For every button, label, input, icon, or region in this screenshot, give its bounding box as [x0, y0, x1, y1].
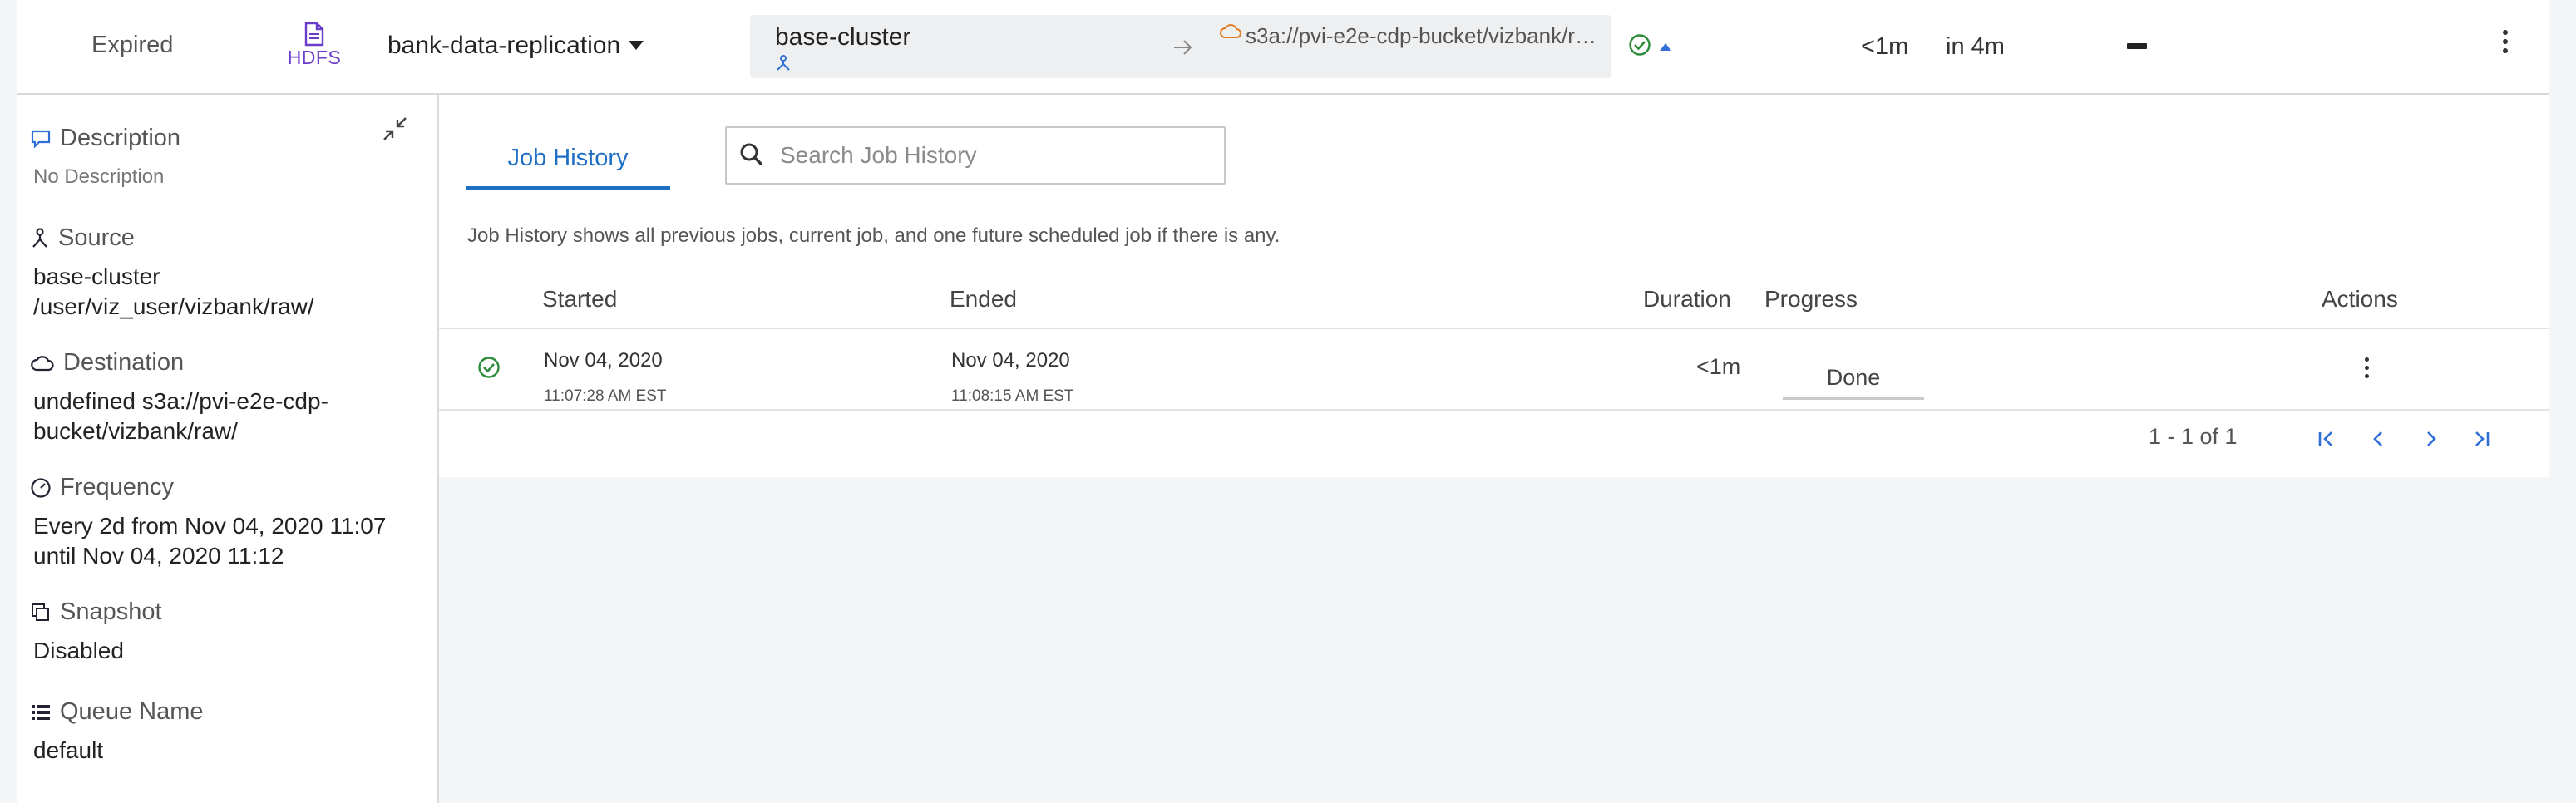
frequency-line-2: until Nov 04, 2020 11:12 [33, 543, 284, 569]
source-label: Source [58, 224, 135, 251]
started-time: 11:07:28 AM EST [544, 387, 667, 405]
last-duration: <1m [1861, 33, 1909, 60]
column-duration[interactable]: Duration [1643, 286, 1731, 313]
policy-name-text: bank-data-replication [387, 32, 621, 59]
check-circle-icon [478, 357, 500, 378]
arrow-right-icon [1174, 40, 1192, 55]
policy-type: HDFS [281, 22, 348, 69]
kebab-dot [2365, 374, 2369, 378]
next-run: in 4m [1946, 33, 2005, 60]
search-box[interactable] [725, 126, 1226, 185]
column-started[interactable]: Started [542, 286, 617, 313]
comment-icon [31, 130, 51, 149]
snapshot-value: Disabled [33, 638, 124, 663]
copy-icon [32, 603, 49, 621]
snapshot-label: Snapshot [60, 599, 162, 625]
table-header: Started Ended Duration Progress Actions [439, 278, 2549, 329]
caret-up-icon[interactable] [1660, 43, 1671, 51]
table-row[interactable]: Nov 04, 2020 11:07:28 AM EST Nov 04, 202… [439, 329, 2549, 411]
destination-label: Destination [63, 349, 185, 376]
started-date: Nov 04, 2020 [544, 349, 663, 372]
policy-type-label: HDFS [287, 47, 342, 68]
frequency-label: Frequency [60, 474, 175, 500]
row-actions-menu[interactable] [2365, 357, 2369, 378]
column-progress[interactable]: Progress [1764, 286, 1858, 313]
snapshot-section: Snapshot Disabled [30, 599, 162, 666]
frequency-section: Frequency Every 2d from Nov 04, 2020 11:… [30, 474, 386, 571]
queue-section: Queue Name default [30, 698, 204, 766]
last-page-icon[interactable] [2468, 427, 2493, 451]
source-value: base-cluster /user/viz_user/vizbank/raw/ [30, 262, 314, 322]
destination-section: Destination undefined s3a://pvi-e2e-cdp-… [30, 349, 328, 446]
queue-label: Queue Name [60, 698, 204, 725]
job-history-panel: Job History Job History shows all previo… [439, 95, 2549, 477]
description-header: Description [30, 125, 180, 152]
destination-line-2: bucket/vizbank/raw/ [33, 418, 238, 444]
column-ended[interactable]: Ended [950, 286, 1017, 313]
queue-header: Queue Name [30, 698, 204, 726]
file-icon [304, 22, 324, 47]
kebab-dot [2365, 357, 2369, 362]
previous-page-icon[interactable] [2366, 427, 2391, 451]
cloud-icon [1220, 24, 1241, 38]
policy-status: Expired [91, 32, 174, 58]
policy-name-dropdown[interactable]: bank-data-replication [387, 32, 644, 60]
cluster-node-icon [777, 55, 790, 71]
tab-job-history[interactable]: Job History [466, 136, 670, 190]
description-label: Description [60, 125, 181, 151]
policy-row[interactable]: Expired HDFS bank-data-replication base-… [17, 0, 2549, 95]
job-progress: Done [1783, 362, 1924, 400]
source-path: /user/viz_user/vizbank/raw/ [33, 293, 314, 319]
column-actions: Actions [2322, 286, 2398, 312]
cluster-node-icon [32, 227, 47, 248]
frequency-value: Every 2d from Nov 04, 2020 11:07 until N… [30, 511, 386, 571]
job-duration: <1m [1696, 354, 1741, 379]
kebab-dot [2503, 30, 2508, 35]
policy-details-panel: Description No Description Source base-c… [17, 95, 439, 803]
destination-value: undefined s3a://pvi-e2e-cdp- bucket/vizb… [30, 387, 328, 446]
source-header: Source [30, 224, 314, 252]
frequency-line-1: Every 2d from Nov 04, 2020 11:07 [33, 513, 387, 539]
next-page-icon[interactable] [2418, 427, 2443, 451]
pagination-range: 1 - 1 of 1 [2149, 424, 2238, 449]
search-input[interactable] [778, 135, 1214, 176]
source-section: Source base-cluster /user/viz_user/vizba… [30, 224, 314, 322]
search-icon [740, 143, 763, 166]
snapshot-header: Snapshot [30, 599, 162, 626]
source-destination-box: base-cluster s3a://pvi-e2e-cdp-bucket/vi… [750, 15, 1611, 78]
collapse-icon[interactable] [381, 115, 409, 143]
description-value: No Description [33, 165, 165, 188]
kebab-dot [2503, 48, 2508, 53]
minus-icon [2127, 43, 2147, 49]
source-cluster: base-cluster [33, 264, 160, 289]
gauge-icon [31, 477, 51, 498]
check-circle-icon [1629, 34, 1651, 56]
caret-down-icon [629, 40, 644, 50]
queue-value: default [33, 737, 104, 763]
policy-actions-menu[interactable] [2503, 30, 2508, 53]
list-icon [32, 704, 50, 720]
cloud-icon [31, 355, 54, 371]
kebab-dot [2503, 39, 2508, 44]
kebab-dot [2365, 366, 2369, 370]
destination-path: s3a://pvi-e2e-cdp-bucket/vizbank/ra... [1246, 23, 1603, 48]
destination-line-1: undefined s3a://pvi-e2e-cdp- [33, 388, 328, 414]
ended-time: 11:08:15 AM EST [951, 387, 1074, 405]
job-history-help-text: Job History shows all previous jobs, cur… [467, 224, 1281, 247]
source-cluster-name: base-cluster [775, 23, 911, 51]
destination-header: Destination [30, 349, 328, 377]
first-page-icon[interactable] [2315, 427, 2340, 451]
description-section: Description No Description [30, 125, 180, 192]
ended-date: Nov 04, 2020 [951, 349, 1070, 372]
frequency-header: Frequency [30, 474, 386, 501]
